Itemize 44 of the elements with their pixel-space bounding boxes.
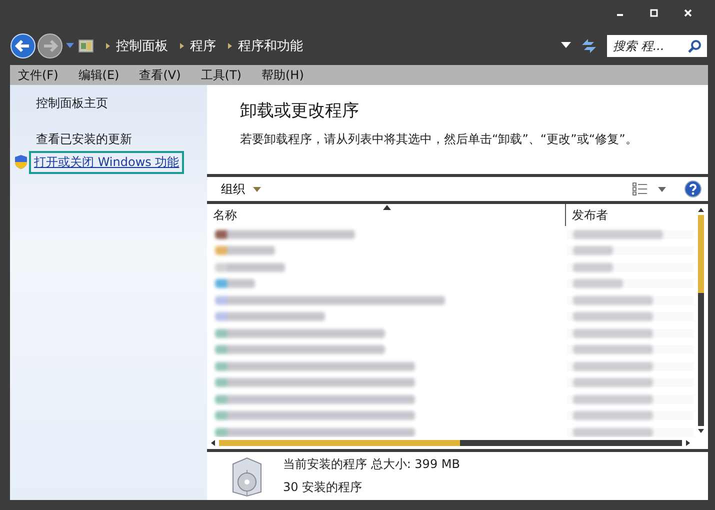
description-text: 若要卸载程序，请从列表中将其选中，然后单击“卸载”、“更改”或“修复”。 [240,131,638,148]
sidebar-link[interactable]: 查看已安装的更新 [36,130,132,148]
chevron-icon[interactable] [228,42,232,48]
vertical-scrollbar[interactable] [698,215,704,426]
organize-button[interactable]: 组织 [215,178,267,200]
sidebar-link[interactable]: 打开或关闭 Windows 功能 [32,154,182,170]
column-header[interactable]: 名称 [207,204,565,226]
search-field[interactable]: 搜索 程... [607,34,707,56]
forward-icon[interactable] [37,32,63,58]
blurred-entry [573,279,623,288]
scroll-left-icon[interactable] [211,440,215,446]
maximize-icon[interactable] [649,8,659,18]
caret-icon [253,186,261,192]
breadcrumb-item[interactable]: 程序 [190,36,216,54]
shield-icon [14,154,28,170]
help-icon[interactable] [684,180,702,198]
search-icon[interactable] [688,38,702,52]
chevron-icon[interactable] [180,42,184,48]
caret-icon[interactable] [658,186,666,192]
menu-item[interactable]: 查看(V) [139,66,181,84]
view-list-icon[interactable] [632,182,648,196]
column-header[interactable]: 发布者 [565,204,694,226]
horizontal-scrollbar[interactable] [219,440,682,446]
menu-item[interactable]: 帮助(H) [262,66,304,84]
back-icon[interactable] [10,32,36,58]
program-count-text: 30 安装的程序 [283,479,364,496]
dropdown-icon[interactable] [561,42,571,49]
scroll-right-icon[interactable] [686,440,690,446]
page-title: 卸载或更改程序 [240,100,360,122]
blurred-entry [573,262,613,272]
menu-item[interactable]: 文件(F) [18,66,58,84]
sidebar-link[interactable]: 控制面板主页 [36,94,108,112]
scroll-down-icon[interactable] [698,429,704,433]
breadcrumb-item[interactable]: 程序和功能 [238,36,303,54]
blurred-entry[interactable] [215,230,355,239]
chevron-icon[interactable] [106,42,110,48]
close-icon[interactable] [683,8,693,18]
menu-item[interactable]: 工具(T) [200,66,242,84]
breadcrumb-item[interactable]: 控制面板 [116,36,168,54]
summary-text: 当前安装的程序 总大小: 399 MB [283,456,460,473]
control-panel-icon [78,38,94,54]
menu-item[interactable]: 编辑(E) [78,66,120,84]
scroll-up-icon[interactable] [698,208,704,212]
blurred-entry [573,246,613,256]
